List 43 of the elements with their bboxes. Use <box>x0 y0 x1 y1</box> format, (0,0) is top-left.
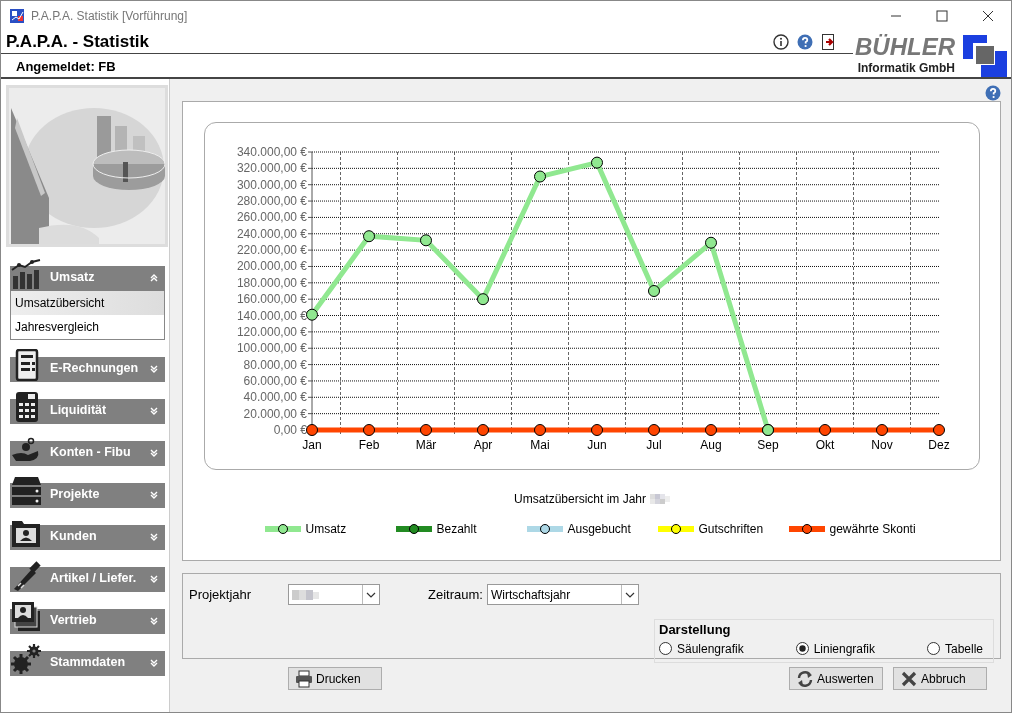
axis-label: 180.000,00 € <box>236 275 307 290</box>
axis-label: Okt <box>815 438 835 452</box>
logo-text: BÜHLER <box>855 35 955 59</box>
axis-label: 40.000,00 € <box>243 390 307 405</box>
axis-label: Aug <box>700 438 722 452</box>
axis-label: 20.000,00 € <box>243 406 307 421</box>
field-label: Projektjahr <box>189 585 253 604</box>
legend-label: Ausgebucht <box>567 521 631 538</box>
axis-label: Mai <box>530 438 550 452</box>
logo-subtitle: Informatik GmbH <box>857 60 955 77</box>
axis-label: Sep <box>757 438 779 452</box>
axis-label: 300.000,00 € <box>236 177 307 192</box>
axis-label: 160.000,00 € <box>236 292 307 307</box>
app-title: P.A.P.A. - Statistik <box>5 31 149 53</box>
axis-label: 0,00 € <box>273 423 307 437</box>
user-label: Angemeldet: FB <box>15 58 117 76</box>
axis-label: Mär <box>415 438 437 452</box>
window-title: P.A.P.A. Statistik [Vorführung] <box>31 8 188 25</box>
legend-label: Gutschriften <box>698 521 764 538</box>
legend-label: Umsatz <box>305 521 347 538</box>
axis-label: 260.000,00 € <box>236 210 307 225</box>
axis-label: Nov <box>871 438 893 452</box>
axis-label: 240.000,00 € <box>236 226 307 241</box>
field-label: Zeitraum: <box>428 585 483 604</box>
axis-label: 320.000,00 € <box>236 161 307 176</box>
axis-label: 280.000,00 € <box>236 194 307 209</box>
axis-label: Jul <box>646 438 662 452</box>
legend-label: gewährte Skonti <box>829 521 916 538</box>
axis-label: Feb <box>358 438 380 452</box>
axis-label: 200.000,00 € <box>236 259 307 274</box>
axis-label: 340.000,00 € <box>236 145 307 159</box>
chart-caption: Umsatzübersicht im Jahr <box>513 491 646 508</box>
axis-label: 60.000,00 € <box>243 373 307 388</box>
axis-label: 140.000,00 € <box>236 308 307 323</box>
legend-label: Bezahlt <box>436 521 477 538</box>
axis-label: Jun <box>587 438 607 452</box>
axis-label: 80.000,00 € <box>243 357 307 372</box>
axis-label: Apr <box>473 438 493 452</box>
axis-label: 220.000,00 € <box>236 243 307 258</box>
axis-label: 120.000,00 € <box>236 324 307 339</box>
axis-label: 100.000,00 € <box>236 341 307 356</box>
axis-label: Jan <box>302 438 322 452</box>
axis-label: Dez <box>928 438 950 452</box>
